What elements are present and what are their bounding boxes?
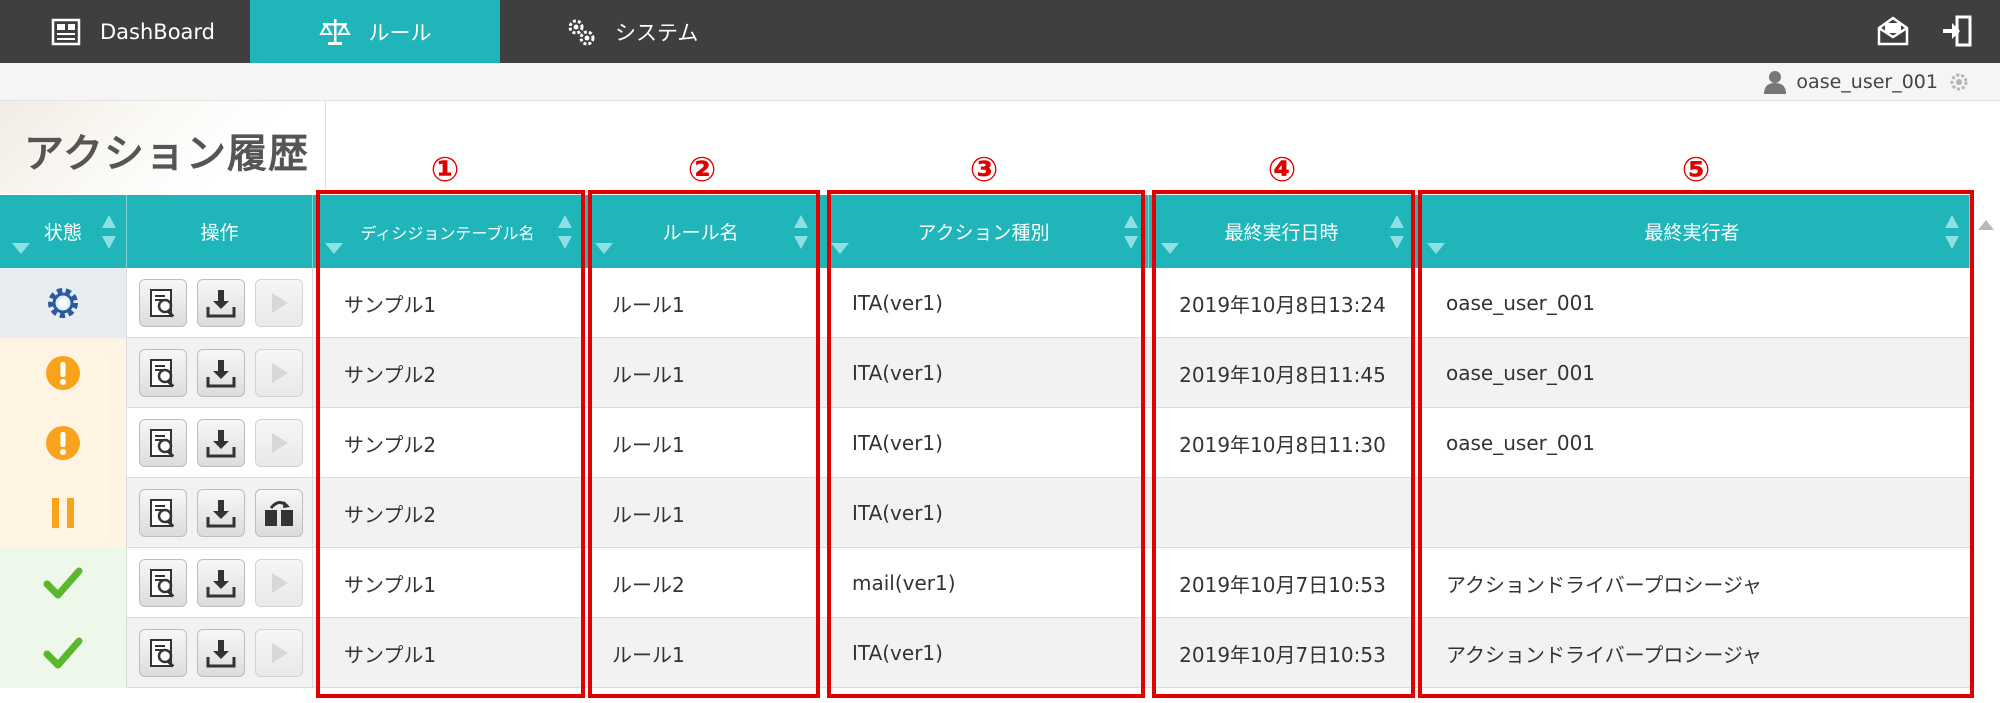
download-button[interactable]	[197, 419, 245, 467]
status-cell	[0, 548, 127, 618]
warning-icon	[46, 356, 80, 390]
header-operation: 操作	[127, 195, 313, 268]
filter-icon[interactable]	[12, 243, 30, 254]
logout-icon[interactable]	[1940, 14, 1974, 48]
status-cell	[0, 478, 127, 548]
detail-button[interactable]	[139, 419, 187, 467]
nav-rule[interactable]: ルール	[250, 0, 500, 63]
download-button[interactable]	[197, 489, 245, 537]
play-icon	[272, 433, 288, 453]
detail-view-icon	[150, 639, 175, 668]
page-title: アクション履歴	[24, 131, 309, 177]
operation-cell	[127, 408, 313, 478]
mail-icon[interactable]	[1876, 14, 1910, 48]
page-title-box: アクション履歴	[0, 101, 326, 194]
detail-view-icon	[150, 569, 175, 598]
detail-button[interactable]	[139, 279, 187, 327]
nav-system[interactable]: システム	[565, 0, 815, 63]
operation-cell	[127, 618, 313, 688]
warning-icon	[46, 426, 80, 460]
download-button[interactable]	[197, 279, 245, 327]
annotation-3: ③	[969, 150, 999, 190]
detail-button[interactable]	[139, 629, 187, 677]
download-button[interactable]	[197, 559, 245, 607]
download-icon	[206, 290, 236, 318]
operation-cell	[127, 548, 313, 618]
download-icon	[206, 570, 236, 598]
nav-system-label: システム	[615, 20, 699, 45]
nav-dashboard-label: DashBoard	[100, 19, 216, 44]
download-icon	[206, 430, 236, 458]
scales-icon	[318, 18, 351, 45]
play-icon	[272, 293, 288, 313]
top-nav: DashBoard ルール システム	[0, 0, 2000, 63]
detail-view-icon	[150, 499, 175, 528]
user-bar: oase_user_001	[0, 63, 2000, 101]
nav-rule-label: ルール	[368, 20, 432, 45]
detail-button[interactable]	[139, 349, 187, 397]
check-icon	[43, 567, 83, 599]
annotation-1: ①	[430, 150, 460, 190]
rerun-button[interactable]	[255, 279, 303, 327]
status-cell	[0, 268, 127, 338]
highlight-box-2	[588, 190, 820, 698]
header-status-label: 状態	[43, 222, 82, 244]
retry-icon	[265, 501, 293, 526]
download-icon	[206, 500, 236, 528]
header-operation-label: 操作	[200, 222, 239, 244]
detail-view-icon	[150, 289, 175, 318]
status-cell	[0, 408, 127, 478]
operation-cell	[127, 338, 313, 408]
annotation-5: ⑤	[1681, 150, 1711, 190]
header-status[interactable]: 状態	[0, 195, 127, 268]
highlight-box-5	[1418, 190, 1974, 698]
rerun-button[interactable]	[255, 629, 303, 677]
download-button[interactable]	[197, 629, 245, 677]
download-icon	[206, 360, 236, 388]
detail-view-icon	[150, 359, 175, 388]
highlight-box-4	[1152, 190, 1415, 698]
download-icon	[206, 640, 236, 668]
play-icon	[272, 643, 288, 663]
scroll-up-arrow[interactable]	[1978, 220, 1994, 230]
dashboard-icon	[51, 18, 81, 45]
settings-gear-icon[interactable]	[1948, 71, 1970, 93]
status-cell	[0, 618, 127, 688]
highlight-box-1	[316, 190, 585, 698]
gears-icon	[568, 19, 595, 45]
user-menu[interactable]: oase_user_001	[1764, 67, 1970, 97]
check-icon	[43, 637, 83, 669]
gear-status-icon	[48, 288, 78, 318]
rerun-button[interactable]	[255, 559, 303, 607]
pause-icon	[52, 498, 74, 528]
user-icon	[1764, 71, 1787, 94]
annotation-2: ②	[687, 150, 717, 190]
rerun-button[interactable]	[255, 349, 303, 397]
status-cell	[0, 338, 127, 408]
detail-view-icon	[150, 429, 175, 458]
operation-cell	[127, 478, 313, 548]
download-button[interactable]	[197, 349, 245, 397]
retry-button[interactable]	[255, 489, 303, 537]
rerun-button[interactable]	[255, 419, 303, 467]
nav-dashboard[interactable]: DashBoard	[50, 0, 250, 63]
sort-icon[interactable]	[102, 215, 116, 249]
operation-cell	[127, 268, 313, 338]
annotation-4: ④	[1267, 150, 1297, 190]
detail-button[interactable]	[139, 559, 187, 607]
play-icon	[272, 363, 288, 383]
play-icon	[272, 573, 288, 593]
detail-button[interactable]	[139, 489, 187, 537]
highlight-box-3	[827, 190, 1145, 698]
user-name: oase_user_001	[1796, 71, 1938, 93]
